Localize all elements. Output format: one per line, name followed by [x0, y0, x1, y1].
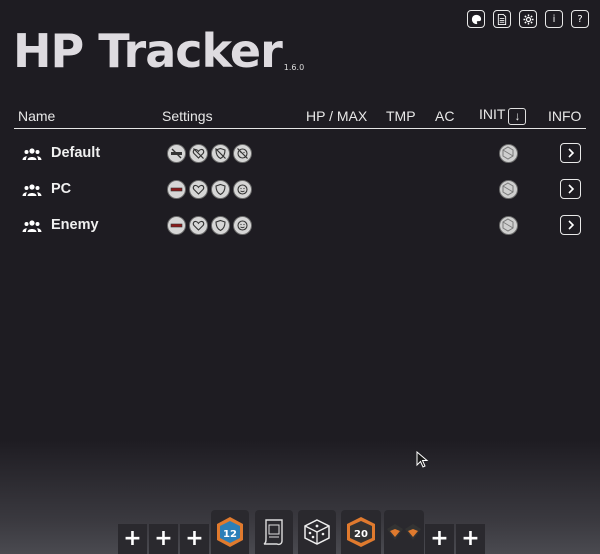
help-icon[interactable]: ?	[571, 10, 589, 28]
add-button[interactable]: +	[118, 524, 147, 554]
hp-tracker-panel: i ? HP Tracker 1.6.0 Name Settings HP / …	[0, 0, 600, 554]
scroll-button[interactable]	[255, 510, 293, 554]
title-block: HP Tracker 1.6.0	[13, 26, 304, 76]
shield-toggle-icon[interactable]	[211, 180, 230, 199]
top-toolbar: i ?	[467, 10, 589, 28]
group-name: Default	[51, 145, 101, 161]
group-icon	[22, 184, 42, 196]
header-name: Name	[18, 108, 56, 124]
initiative-dice-icon[interactable]	[499, 180, 518, 199]
header-init: INIT	[479, 106, 506, 122]
face-toggle-icon[interactable]	[233, 180, 252, 199]
group-icon	[22, 148, 42, 160]
d20-icon: 20	[347, 517, 375, 547]
dice-roll-button[interactable]	[298, 510, 336, 554]
shield-toggle-icon[interactable]	[211, 216, 230, 235]
scroll-icon	[263, 519, 283, 546]
group-icon	[22, 220, 42, 232]
d20-dice-button[interactable]: 12	[211, 510, 249, 554]
mouse-cursor-icon	[416, 451, 429, 468]
d20-value: 12	[223, 529, 237, 540]
add-button[interactable]: +	[149, 524, 178, 554]
palette-icon[interactable]	[467, 10, 485, 28]
header-init-wrap: INIT ↓	[479, 106, 527, 125]
header-hp-max: HP / MAX	[306, 108, 368, 124]
d20-icon: 12	[217, 517, 243, 547]
d20-dice-button[interactable]: 20	[341, 510, 381, 554]
dice-set-icon	[387, 524, 421, 540]
table-header: Name Settings HP / MAX TMP AC INIT ↓ INFO	[14, 106, 586, 129]
add-button[interactable]: +	[425, 524, 454, 554]
d20-value: 20	[354, 529, 368, 540]
header-info: INFO	[548, 108, 582, 124]
gear-icon[interactable]	[519, 10, 537, 28]
add-button[interactable]: +	[180, 524, 209, 554]
shield-toggle-icon[interactable]	[211, 144, 230, 163]
dice-set-button[interactable]	[384, 510, 424, 554]
chevron-right-icon[interactable]	[560, 215, 581, 235]
hp-bar-toggle-icon[interactable]	[167, 144, 186, 163]
group-name: PC	[51, 181, 72, 197]
heart-toggle-icon[interactable]	[189, 216, 208, 235]
group-name: Enemy	[51, 217, 99, 233]
group-settings	[167, 216, 252, 235]
add-button[interactable]: +	[456, 524, 485, 554]
heart-toggle-icon[interactable]	[189, 180, 208, 199]
group-settings	[167, 144, 252, 163]
header-settings: Settings	[162, 108, 213, 124]
hp-bar-toggle-icon[interactable]	[167, 180, 186, 199]
hp-bar-toggle-icon[interactable]	[167, 216, 186, 235]
group-settings	[167, 180, 252, 199]
group-row-pc: PC	[22, 179, 592, 201]
header-tmp: TMP	[386, 108, 416, 124]
page-title: HP Tracker	[13, 24, 283, 78]
chevron-right-icon[interactable]	[560, 143, 581, 163]
group-row-enemy: Enemy	[22, 215, 592, 237]
document-icon[interactable]	[493, 10, 511, 28]
face-toggle-icon[interactable]	[233, 144, 252, 163]
dice-icon	[304, 519, 330, 545]
info-icon[interactable]: i	[545, 10, 563, 28]
chevron-right-icon[interactable]	[560, 179, 581, 199]
heart-toggle-icon[interactable]	[189, 144, 208, 163]
version-label: 1.6.0	[283, 63, 305, 72]
init-sort-button[interactable]: ↓	[508, 108, 527, 125]
initiative-dice-icon[interactable]	[499, 144, 518, 163]
initiative-dice-icon[interactable]	[499, 216, 518, 235]
header-ac: AC	[435, 108, 455, 124]
group-row-default: Default	[22, 143, 592, 165]
face-toggle-icon[interactable]	[233, 216, 252, 235]
